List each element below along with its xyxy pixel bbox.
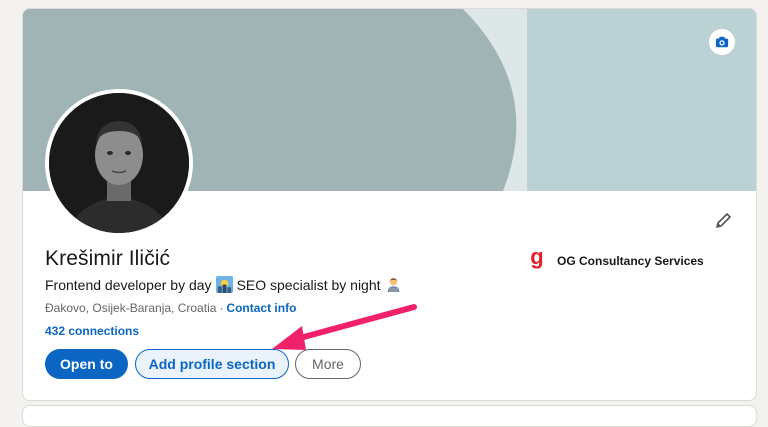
- camera-icon: [715, 36, 729, 48]
- profile-name: Krešimir Iličić: [45, 247, 171, 270]
- avatar: [49, 93, 189, 233]
- location-text: Đakovo, Osijek-Baranja, Croatia: [45, 301, 217, 315]
- sun-over-city-emoji: [215, 276, 233, 293]
- current-company[interactable]: g OG Consultancy Services: [527, 248, 704, 274]
- company-name: OG Consultancy Services: [557, 254, 704, 268]
- connections-link[interactable]: 432 connections: [45, 324, 139, 338]
- technologist-emoji: [387, 277, 399, 293]
- headline-day: Frontend developer by day: [45, 276, 212, 293]
- edit-intro-button[interactable]: [711, 209, 735, 233]
- pencil-icon: [716, 213, 731, 228]
- profile-photo[interactable]: [45, 89, 193, 237]
- edit-cover-button[interactable]: [709, 29, 735, 55]
- next-section-card: [22, 405, 757, 427]
- more-button[interactable]: More: [295, 349, 361, 379]
- contact-info-link[interactable]: Contact info: [226, 301, 296, 315]
- company-logo: g: [530, 248, 543, 269]
- add-profile-section-button[interactable]: Add profile section: [135, 349, 289, 379]
- svg-text:g: g: [530, 248, 543, 269]
- headline-night: SEO specialist by night: [236, 276, 381, 293]
- profile-card: Krešimir Iličić Frontend developer by da…: [22, 8, 757, 401]
- profile-headline: Frontend developer by day SEO specialist…: [45, 276, 402, 293]
- profile-location: Đakovo, Osijek-Baranja, Croatia · Contact …: [45, 301, 296, 315]
- location-separator: ·: [219, 301, 224, 315]
- open-to-button[interactable]: Open to: [45, 349, 128, 379]
